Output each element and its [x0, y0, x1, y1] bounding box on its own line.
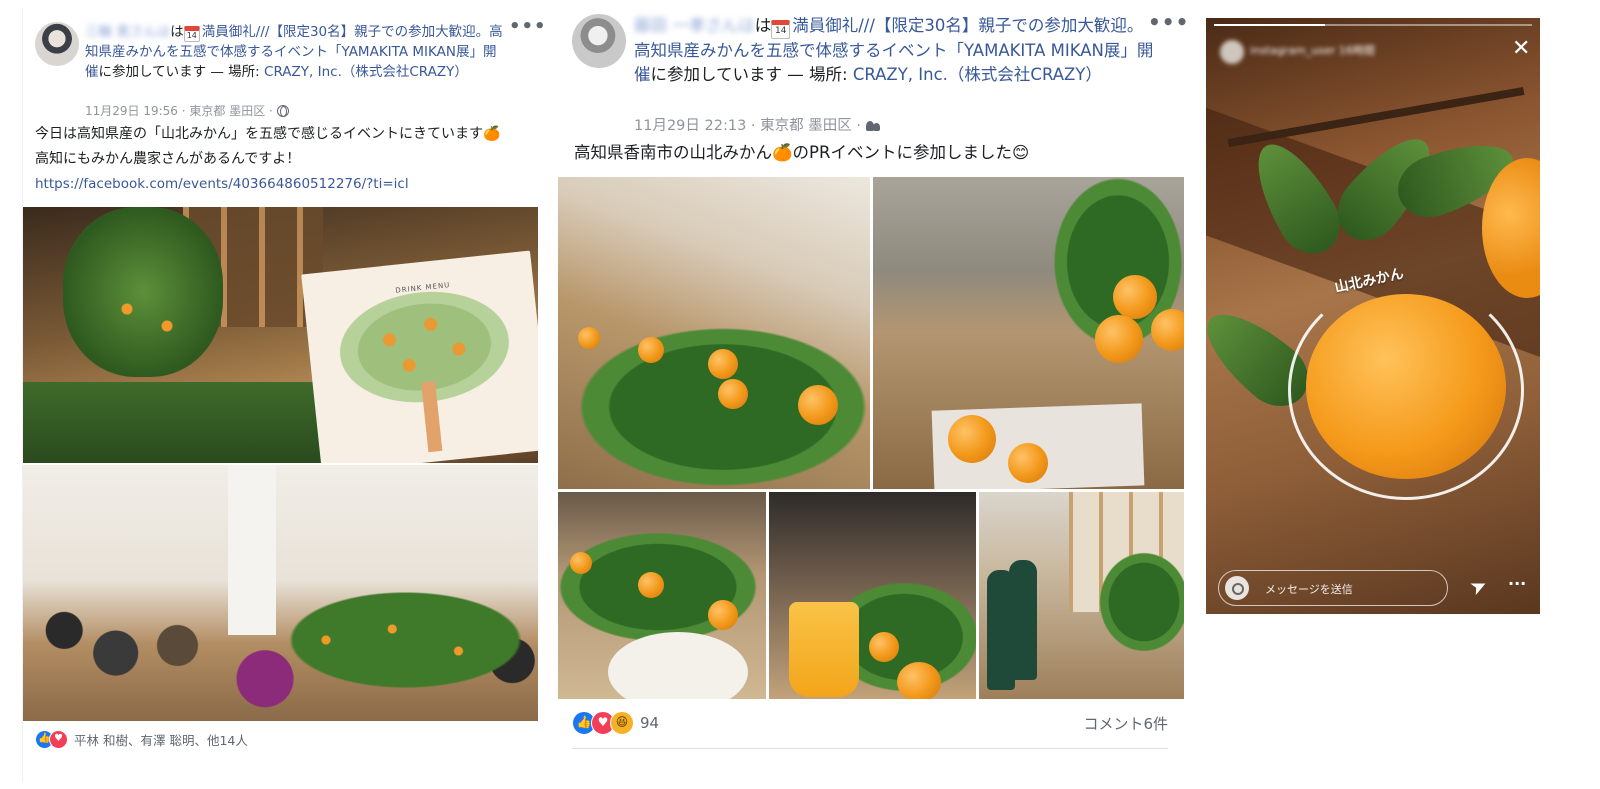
mandarin [570, 552, 592, 574]
more-options-icon[interactable]: ••• [1148, 10, 1189, 34]
mandarin-plant [63, 207, 223, 377]
mandarin [1095, 315, 1143, 363]
branch [1227, 87, 1525, 147]
comment-count[interactable]: コメント6件 [1083, 713, 1168, 734]
juice-glass [789, 602, 859, 697]
mandarin [718, 379, 748, 409]
photo-juice-glass[interactable] [769, 492, 976, 699]
instagram-story[interactable]: instagram_user 16時間 ✕ 山北みかん メッセージを送信 ➤ ·… [1206, 18, 1540, 614]
more-options-icon[interactable]: ••• [509, 16, 547, 37]
post-meta: 11月29日 19:56 · 東京都 墨田区 · [85, 102, 289, 119]
photo-mandarins-plate[interactable] [558, 492, 766, 699]
timestamp[interactable]: 11月29日 22:13 [634, 118, 746, 134]
mandarin [948, 415, 996, 463]
love-icon: ♥ [49, 730, 68, 749]
mandarin-garland [273, 585, 538, 695]
mandarin [869, 632, 899, 662]
reaction-count[interactable]: 94 [640, 714, 659, 732]
calendar-icon: 14 [771, 20, 791, 39]
staff-person [1009, 560, 1037, 680]
mandarin [638, 572, 664, 598]
drawn-circle [1288, 280, 1524, 500]
author-avatar[interactable] [572, 14, 626, 68]
reaction-summary[interactable]: 👍 ♥ 😆 94 [572, 711, 659, 735]
body-line-2: 高知にもみかん農家さんがあるんですよ！ [35, 151, 301, 167]
calendar-icon: 14 [183, 26, 200, 42]
story-avatar[interactable] [1220, 40, 1244, 64]
divider [572, 748, 1168, 749]
author-avatar[interactable] [35, 22, 79, 66]
timestamp[interactable]: 11月29日 19:56 [85, 104, 178, 118]
facebook-post-1: 三輪 寛さんはは 14 満員御礼///【限定30名】親子での参加大歓迎。高知県産みか… [22, 8, 546, 783]
mandarin [1113, 275, 1157, 319]
story-progress-bar [1214, 24, 1532, 26]
post-header: 三輪 寛さんはは 14 満員御礼///【限定30名】親子での参加大歓迎。高知県産みか… [85, 24, 503, 80]
participating-text: に参加しています — 場所: [650, 65, 853, 84]
counter [23, 382, 323, 463]
more-icon[interactable]: ··· [1508, 574, 1526, 593]
drink-menu-board: DRINK MENU [301, 250, 538, 463]
mandarin [638, 337, 664, 363]
photo-mandarin-branch[interactable] [873, 177, 1184, 489]
story-username[interactable]: instagram_user 16時間 [1250, 42, 1375, 58]
globe-icon [276, 105, 289, 117]
photo-event-crowd[interactable] [23, 465, 538, 721]
food-plate [608, 632, 748, 699]
body-line-1: 今日は高知県産の「山北みかん」を五感で感じるイベントにきています🍊 [35, 126, 501, 142]
story-progress-fill [1214, 24, 1326, 26]
mandarin [1008, 443, 1048, 483]
haha-icon: 😆 [610, 711, 634, 735]
event-url-link[interactable]: https://facebook.com/events/403664860512… [35, 172, 530, 197]
mandarin [798, 385, 838, 425]
message-input[interactable]: メッセージを送信 [1218, 570, 1448, 606]
author-suffix: さんは [705, 16, 755, 35]
reaction-names[interactable]: 平林 和樹、有澤 聡明、他14人 [74, 730, 248, 749]
photo-table-mandarins[interactable] [558, 177, 870, 489]
mandarin [708, 349, 738, 379]
author-suffix: さんは [129, 24, 171, 40]
friends-icon [865, 121, 880, 131]
mandarin [708, 600, 738, 630]
close-icon[interactable]: ✕ [1512, 38, 1530, 60]
reaction-summary[interactable]: 👍 ♥ 平林 和樹、有澤 聡明、他14人 [35, 730, 248, 749]
send-icon[interactable]: ➤ [1466, 572, 1491, 601]
location[interactable]: 東京都 墨田区 [760, 118, 852, 134]
location[interactable]: 東京都 墨田区 [189, 104, 265, 118]
photo-venue-staff[interactable] [979, 492, 1184, 699]
post-header: 藤田 一孝さんはは 14 満員御礼///【限定30名】親子での参加大歓迎。高知県産み… [634, 16, 1154, 84]
place-link[interactable]: CRAZY, Inc.（株式会社CRAZY） [853, 65, 1102, 84]
post-body: 今日は高知県産の「山北みかん」を五感で感じるイベントにきています🍊 高知にもみか… [35, 122, 530, 197]
facebook-post-2: 藤田 一孝さんはは 14 満員御礼///【限定30名】親子での参加大歓迎。高知県産み… [558, 8, 1188, 783]
place-link[interactable]: CRAZY, Inc.（株式会社CRAZY） [264, 64, 468, 80]
mandarin-tree [1099, 552, 1184, 652]
mandarin [1151, 309, 1184, 351]
mandarin [897, 662, 941, 699]
author-name[interactable]: 三輪 寛 [85, 24, 130, 40]
mandarin [578, 327, 600, 349]
post-meta: 11月29日 22:13 · 東京都 墨田区 · [634, 114, 880, 135]
photo-drink-menu-tree[interactable]: DRINK MENU [23, 207, 538, 463]
message-placeholder: メッセージを送信 [1265, 583, 1353, 596]
post-body: 高知県香南市の山北みかん🍊のPRイベントに参加しました😊 [574, 143, 1030, 162]
camera-icon[interactable] [1225, 576, 1249, 600]
participating-text: に参加しています — 場所: [98, 64, 265, 80]
author-name[interactable]: 藤田 一孝 [634, 16, 705, 35]
